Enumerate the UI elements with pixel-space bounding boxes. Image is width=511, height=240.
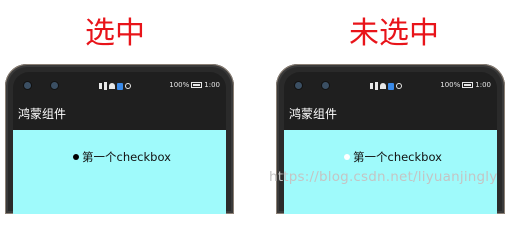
phone-frame-selected: 100% 1:00 鸿蒙组件 第一个checkbox: [5, 64, 234, 214]
status-icons: [370, 82, 402, 90]
caption-selected: 选中: [85, 16, 145, 51]
battery-icon: [191, 82, 203, 88]
signal-icon: [104, 82, 107, 90]
battery-indicator: 100% 1:00: [169, 79, 220, 91]
battery-icon: [462, 82, 474, 88]
phone-screen: 100% 1:00 鸿蒙组件 第一个checkbox: [284, 72, 497, 214]
camera-icon: [24, 82, 31, 89]
status-time: 1:00: [475, 81, 491, 89]
notification-icon: [117, 82, 123, 90]
checkbox-unchecked-icon[interactable]: [344, 154, 350, 160]
battery-percent: 100%: [169, 81, 190, 89]
app-title: 鸿蒙组件: [18, 107, 67, 121]
heart-icon: [396, 83, 402, 89]
watermark: https://blog.csdn.net/liyuanjingly: [269, 169, 498, 185]
signal-icon: [375, 82, 378, 90]
battery-percent: 100%: [440, 81, 461, 89]
wifi-icon: [109, 83, 115, 89]
app-title: 鸿蒙组件: [289, 107, 338, 121]
status-bar: 100% 1:00: [13, 72, 226, 98]
caption-unselected: 未选中: [349, 16, 439, 51]
camera-icon: [51, 82, 58, 89]
status-bar: 100% 1:00: [284, 72, 497, 98]
status-icons: [99, 82, 131, 90]
wifi-icon: [380, 83, 386, 89]
camera-icon: [322, 82, 329, 89]
status-time: 1:00: [204, 81, 220, 89]
signal-icon: [370, 83, 373, 89]
checkbox-checked-icon[interactable]: [73, 154, 79, 160]
notification-icon: [388, 82, 394, 90]
content-area: 第一个checkbox: [13, 130, 226, 214]
checkbox[interactable]: 第一个checkbox: [73, 150, 171, 164]
phone-screen: 100% 1:00 鸿蒙组件 第一个checkbox: [13, 72, 226, 214]
checkbox-label: 第一个checkbox: [82, 150, 171, 164]
checkbox-label: 第一个checkbox: [353, 150, 442, 164]
signal-icon: [99, 83, 102, 89]
heart-icon: [125, 83, 131, 89]
phone-frame-unselected: 100% 1:00 鸿蒙组件 第一个checkbox: [276, 64, 505, 214]
battery-indicator: 100% 1:00: [440, 79, 491, 91]
camera-icon: [295, 82, 302, 89]
checkbox[interactable]: 第一个checkbox: [344, 150, 442, 164]
